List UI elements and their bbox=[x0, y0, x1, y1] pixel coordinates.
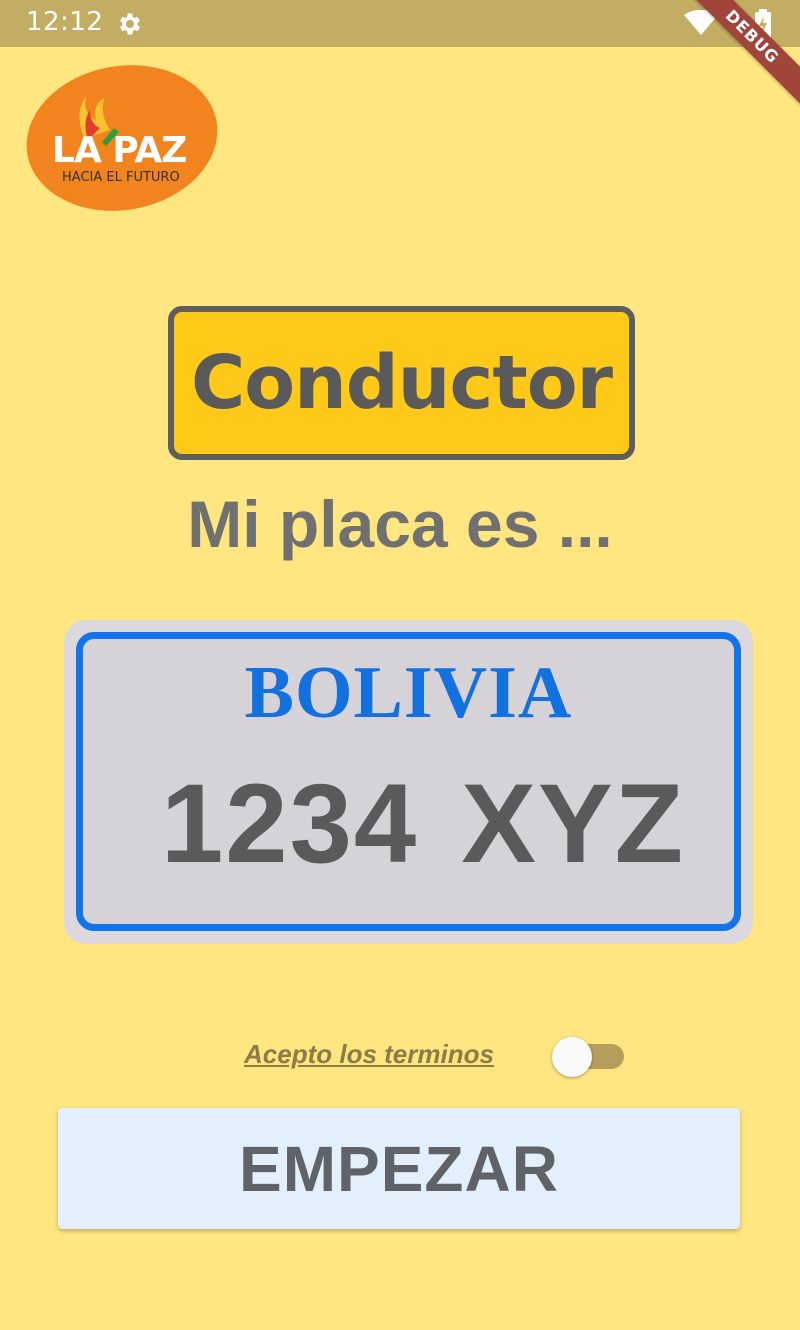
status-time: 12:12 bbox=[26, 7, 104, 37]
gear-icon bbox=[119, 13, 141, 35]
start-button[interactable]: EMPEZAR bbox=[58, 1108, 740, 1229]
page-heading: Mi placa es ... bbox=[187, 487, 613, 561]
start-button-label: EMPEZAR bbox=[239, 1132, 559, 1205]
la-paz-logo: LA PAZ HACIA EL FUTURO bbox=[24, 58, 224, 216]
plate-country: BOLIVIA bbox=[244, 652, 573, 734]
logo-title: LA PAZ bbox=[52, 130, 187, 171]
logo-subtitle: HACIA EL FUTURO bbox=[62, 170, 180, 185]
license-plate-frame: BOLIVIA 1234 XYZ bbox=[76, 632, 741, 931]
role-label: Conductor bbox=[190, 340, 613, 426]
plate-number[interactable]: 1234 XYZ bbox=[161, 759, 685, 888]
status-bar: 12:12 bbox=[0, 0, 800, 47]
role-badge: Conductor bbox=[168, 306, 635, 460]
license-plate: BOLIVIA 1234 XYZ bbox=[64, 620, 753, 944]
terms-toggle[interactable] bbox=[552, 1036, 626, 1078]
toggle-thumb bbox=[552, 1037, 592, 1077]
terms-link[interactable]: Acepto los terminos bbox=[244, 1039, 494, 1070]
